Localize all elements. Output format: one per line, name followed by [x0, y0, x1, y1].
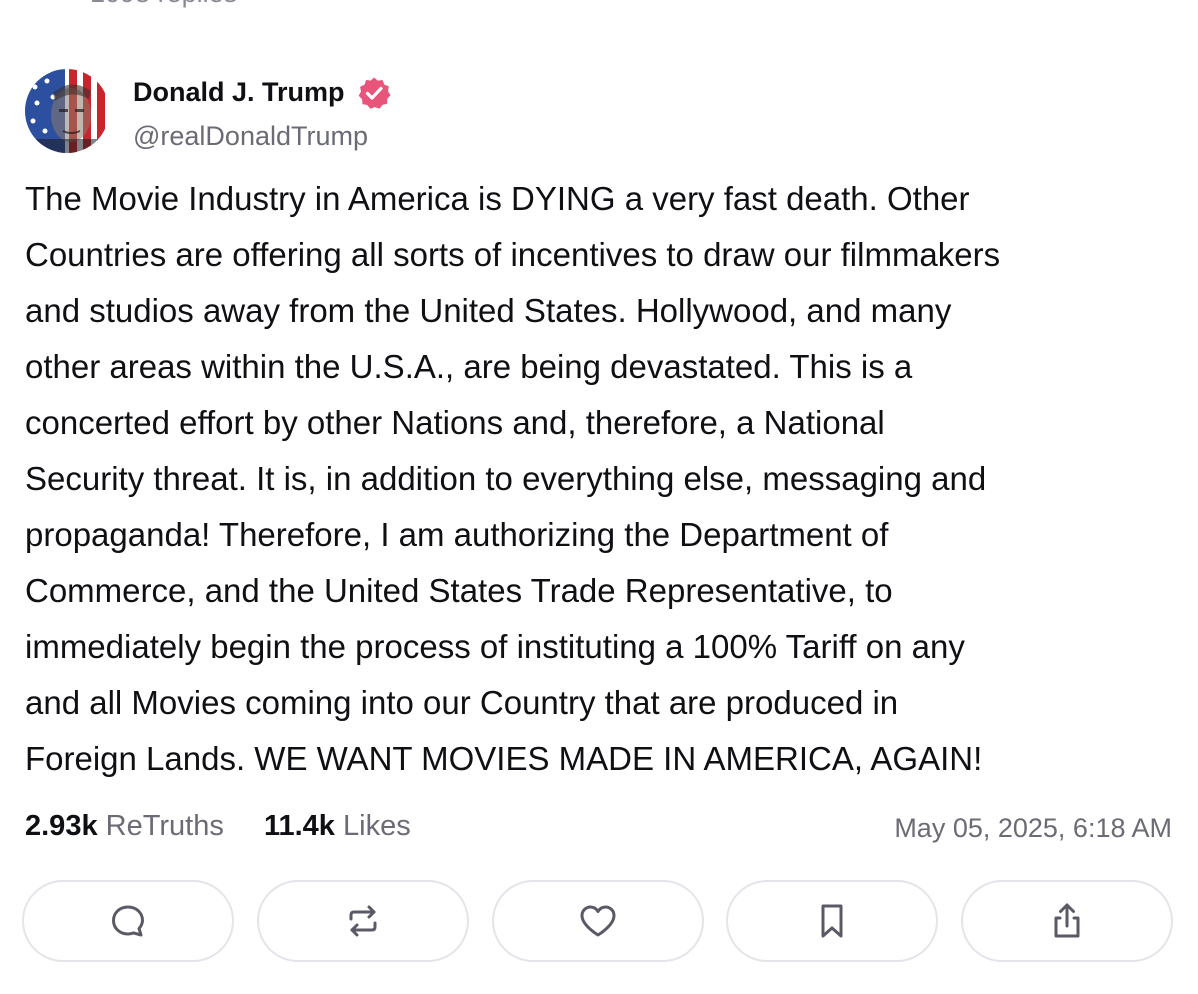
share-button[interactable]	[961, 880, 1173, 962]
action-bar	[22, 880, 1176, 966]
reply-button[interactable]	[22, 880, 234, 962]
like-button[interactable]	[492, 880, 704, 962]
retruths-count: 2.93k	[25, 810, 98, 842]
repost-icon	[349, 905, 377, 937]
post-text-line: propaganda! Therefore, I am authorizing …	[25, 516, 889, 553]
author-name[interactable]: Donald J. Trump	[133, 73, 345, 111]
bookmark-icon	[821, 904, 843, 938]
retruth-button[interactable]	[257, 880, 469, 962]
post-text-line: Security threat. It is, in addition to e…	[25, 460, 987, 497]
post-text-line: other areas within the U.S.A., are being…	[25, 348, 913, 385]
bookmark-button[interactable]	[726, 880, 938, 962]
post-text-line: The Movie Industry in America is DYING a…	[25, 180, 970, 217]
likes-label: Likes	[343, 810, 411, 842]
share-icon	[1054, 903, 1080, 938]
author-handle[interactable]: @realDonaldTrump	[133, 117, 368, 155]
heart-icon	[580, 905, 616, 937]
post-text: The Movie Industry in America is DYING a…	[25, 171, 1185, 787]
post-text-line: Commerce, and the United States Trade Re…	[25, 572, 893, 609]
post-text-line: immediately begin the process of institu…	[25, 628, 965, 665]
post-text-line: and studios away from the United States.…	[25, 292, 952, 329]
engagement-stats: 2.93k ReTruths 11.4k Likes	[25, 806, 411, 846]
post-text-line: and all Movies coming into our Country t…	[25, 684, 899, 721]
likes-stat[interactable]: 11.4k Likes	[256, 810, 411, 842]
post-text-line: Foreign Lands. WE WANT MOVIES MADE IN AM…	[25, 740, 983, 777]
post-text-line: concerted effort by other Nations and, t…	[25, 404, 885, 441]
avatar[interactable]	[25, 69, 109, 153]
post-text-line: Countries are offering all sorts of ince…	[25, 236, 1001, 273]
post-timestamp: May 05, 2025, 6:18 AM	[894, 813, 1172, 843]
avatar-image	[25, 69, 109, 153]
retruths-label: ReTruths	[105, 810, 224, 842]
retruths-stat[interactable]: 2.93k ReTruths	[25, 810, 232, 842]
verified-badge-icon	[358, 77, 391, 109]
post-card: Donald J. Trump @realDonaldTrump The Mov…	[0, 0, 1198, 994]
likes-count: 11.4k	[263, 810, 335, 842]
comment-icon	[112, 905, 144, 937]
